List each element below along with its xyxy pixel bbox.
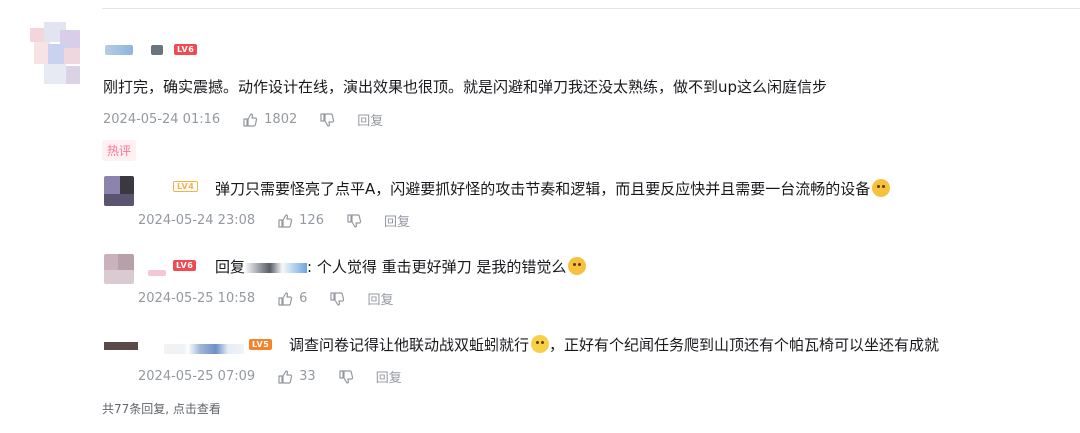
level-badge: LV5 [249,339,273,350]
thumbs-down-icon [347,213,362,228]
reply-button[interactable]: 回复 [384,211,410,230]
like-button[interactable]: 1802 [242,112,297,128]
like-button[interactable]: 126 [277,213,324,229]
reply-text-content: 弹刀只需要怪亮了点平A，闪避要抓好怪的攻击节奏和逻辑，而且要反应快并且需要一台流… [215,180,871,198]
dislike-button[interactable] [338,369,354,385]
comment-date: 2024-05-24 01:16 [103,112,221,127]
hot-comment-tag: 热评 [102,140,137,161]
reply-text: 弹刀只需要怪亮了点平A，闪避要抓好怪的攻击节奏和逻辑，而且要反应快并且需要一台流… [215,178,891,199]
reply-button[interactable]: 回复 [367,289,393,308]
reply-date: 2024-05-25 07:09 [138,369,256,384]
avatar[interactable] [30,22,82,86]
avatar[interactable] [104,176,134,206]
level-badge: LV6 [174,44,198,55]
like-count: 6 [299,291,308,306]
dislike-button[interactable] [346,213,362,229]
comment-text: 刚打完，确实震撼。动作设计在线，演出效果也很顶。就是闪避和弹刀我还没太熟练，做不… [103,78,828,96]
reply-button[interactable]: 回复 [376,367,402,386]
username[interactable] [105,45,133,55]
reply-meta: 2024-05-25 10:58 6 回复 [138,289,393,308]
like-button[interactable]: 6 [277,291,307,307]
level-badge: LV4 [173,181,199,192]
mention-username[interactable] [245,263,308,273]
thumbs-down-icon [320,112,335,127]
emoji-icon [872,179,891,197]
reply-text: 回复 : 个人觉得 重击更好弹刀 是我的错觉么 [215,256,587,277]
thumbs-down-icon [330,291,345,306]
like-count: 1802 [264,112,298,127]
reply-date: 2024-05-24 23:08 [138,213,256,228]
thumbs-up-icon [278,291,293,306]
like-count: 126 [299,213,324,228]
emoji-icon [531,335,550,353]
reply-text-content-b: ，正好有个纪闻任务爬到山顶还有个帕瓦椅可以坐还有成就 [549,336,940,354]
thumbs-up-icon [278,213,293,228]
reply-meta: 2024-05-24 23:08 126 回复 [138,211,410,230]
like-count: 33 [299,369,316,384]
reply-text-content: : 个人觉得 重击更好弹刀 是我的错觉么 [307,258,567,276]
like-button[interactable]: 33 [277,369,316,385]
username[interactable] [164,344,244,354]
divider [102,8,1080,9]
username[interactable] [148,270,166,276]
dislike-button[interactable] [329,291,345,307]
dislike-button[interactable] [319,112,335,128]
comment-meta: 2024-05-24 01:16 1802 回复 [103,110,383,129]
thumbs-up-icon [278,369,293,384]
view-more-replies-link[interactable]: 共77条回复, 点击查看 [102,400,221,417]
reply-date: 2024-05-25 10:58 [138,291,256,306]
thumbs-up-icon [243,112,258,127]
thumbs-down-icon [339,369,353,384]
reply-text: 调查问卷记得让他联动战双蚯蚓就行 ，正好有个纪闻任务爬到山顶还有个帕瓦椅可以坐还有… [289,334,939,355]
reply-text-content-a: 调查问卷记得让他联动战双蚯蚓就行 [289,336,530,354]
level-badge: LV6 [173,260,197,271]
reply-meta: 2024-05-25 07:09 33 回复 [138,367,402,386]
username-part [151,45,163,55]
emoji-icon [568,257,587,275]
avatar[interactable] [104,340,138,354]
avatar[interactable] [104,254,134,284]
reply-button[interactable]: 回复 [357,110,383,129]
reply-prefix: 回复 [215,258,246,276]
